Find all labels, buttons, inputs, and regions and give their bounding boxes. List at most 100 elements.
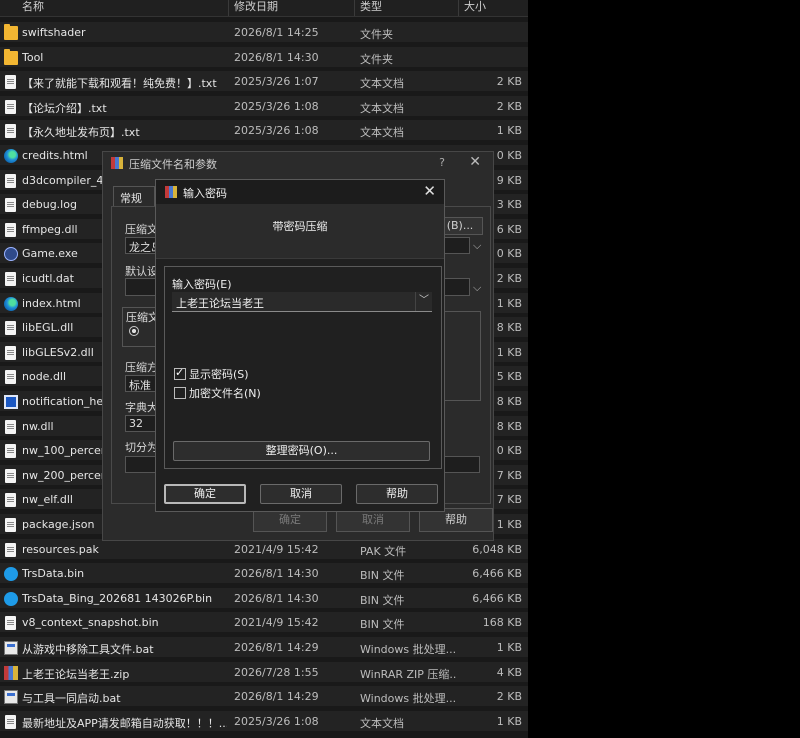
dict-select[interactable]: 32 (125, 415, 159, 432)
file-icon (5, 272, 16, 286)
header-text: 带密码压缩 (272, 220, 328, 233)
file-row[interactable]: 与工具一同启动.bat 2026/8/1 14:29 Windows 批处理... 2… (0, 686, 528, 709)
file-size: 1 KB (496, 296, 522, 310)
text-file-icon (5, 124, 16, 139)
file-type: Windows 批处理... (360, 692, 456, 706)
file-size: 8 KB (496, 395, 522, 408)
default-profile-label: 默认设 (125, 265, 158, 278)
column-header: 名称 修改日期 类型 大小 (0, 0, 528, 17)
file-row[interactable]: v8_context_snapshot.bin 2021/4/9 15:42 BIN… (0, 612, 528, 635)
close-icon[interactable]: ✕ (469, 154, 481, 170)
file-icon (5, 419, 16, 434)
file-name: Tool (22, 50, 44, 64)
file-size: 9 KB (496, 173, 522, 187)
chevron-down-icon[interactable]: ⌵ (473, 239, 481, 253)
file-name: 与工具一同启动.bat (22, 692, 121, 706)
tab-label: 常规 (120, 192, 142, 205)
show-password-checkbox[interactable] (174, 366, 186, 380)
file-row[interactable]: 【永久地址发布页】.txt 2025/3/26 1:08 文本文档 1 KB (0, 120, 528, 143)
method-select[interactable]: 标准 (125, 375, 159, 392)
file-name: 【论坛介绍】.txt (22, 101, 107, 115)
password-value: 上老王论坛当老王 (176, 297, 264, 310)
winrar-icon (165, 186, 177, 198)
file-name: swiftshader (22, 26, 86, 39)
show-password-label[interactable]: 显示密码(S) (189, 366, 249, 382)
file-size: 2 KB (496, 75, 522, 89)
file-type: BIN 文件 (360, 618, 405, 632)
file-row[interactable]: Tool 2026/8/1 14:30 文件夹 (0, 46, 528, 69)
split-field[interactable] (125, 456, 159, 473)
file-type: 文本文档 (360, 716, 404, 730)
file-size: 2 KB (496, 99, 522, 113)
app-icon (4, 395, 18, 409)
help-button[interactable]: 帮助 (356, 484, 438, 504)
file-size: 0 KB (496, 247, 522, 261)
file-icon (5, 468, 16, 483)
file-type: 文件夹 (360, 52, 393, 66)
method-label: 压缩方 (125, 361, 158, 374)
file-type: Windows 批处理... (360, 643, 456, 656)
file-size: 168 KB (482, 616, 522, 630)
file-icon (5, 173, 16, 188)
split-label: 切分为 (125, 441, 158, 454)
chevron-down-icon[interactable]: ﹀ (415, 292, 432, 311)
encrypt-names-checkbox[interactable] (174, 387, 186, 399)
ok-button[interactable]: 确定 (164, 484, 246, 504)
trs-icon (4, 591, 18, 606)
folder-icon (4, 24, 18, 40)
file-icon (5, 518, 16, 532)
file-size: 0 KB (496, 444, 522, 458)
file-name: TrsData_Bing_202681 143026P.bin (22, 591, 213, 605)
file-row[interactable]: 最新地址及APP请发邮箱自动获取！！！.... 2025/3/26 1:08 文本文… (0, 710, 528, 733)
dict-label: 字典大 (125, 401, 158, 414)
file-date: 2026/8/1 14:30 (234, 567, 319, 581)
cancel-button[interactable]: 取消 (260, 484, 342, 504)
trs-icon (4, 567, 18, 582)
file-size: 6,466 KB (472, 567, 522, 581)
file-size: 1 KB (496, 345, 522, 359)
file-date: 2026/8/1 14:29 (234, 641, 319, 654)
file-name: TrsData.bin (22, 567, 85, 581)
column-name[interactable]: 名称 (22, 0, 44, 14)
dict-value: 32 (129, 417, 143, 430)
password-input[interactable]: 上老王论坛当老王 ﹀ (172, 292, 432, 312)
tab-general[interactable]: 常规 (113, 186, 155, 207)
file-row[interactable]: 从游戏中移除工具文件.bat 2026/8/1 14:29 Windows 批处理.… (0, 637, 528, 659)
file-date: 2025/3/26 1:08 (234, 714, 319, 728)
file-row[interactable]: resources.pak 2021/4/9 15:42 PAK 文件 6,048 K… (0, 538, 528, 561)
file-icon (5, 444, 16, 459)
encrypt-names-label[interactable]: 加密文件名(N) (189, 385, 261, 401)
column-size[interactable]: 大小 (464, 0, 486, 14)
file-size: 5 KB (496, 370, 522, 384)
method-value: 标准 (129, 379, 151, 392)
column-date[interactable]: 修改日期 (234, 0, 278, 14)
close-icon[interactable]: ✕ (423, 182, 436, 200)
file-icon (5, 321, 16, 336)
file-date: 2025/3/26 1:08 (234, 99, 319, 113)
format-radio[interactable] (129, 326, 139, 336)
column-type[interactable]: 类型 (360, 0, 382, 14)
file-row[interactable]: 上老王论坛当老王.zip 2026/7/28 1:55 WinRAR ZIP 压缩.… (0, 661, 528, 684)
chevron-down-icon[interactable]: ⌵ (473, 281, 481, 295)
file-row[interactable]: 【论坛介绍】.txt 2025/3/26 1:08 文本文档 2 KB (0, 95, 528, 118)
archive-name-label: 压缩文 (125, 223, 158, 236)
help-icon[interactable]: ? (439, 156, 445, 169)
organize-passwords-button[interactable]: 整理密码(O)... (173, 441, 430, 461)
file-icon (5, 345, 16, 360)
file-type: 文件夹 (360, 28, 393, 41)
file-name: 上老王论坛当老王.zip (22, 667, 130, 681)
file-row[interactable]: TrsData_Bing_202681 143026P.bin 2026/8/1 … (0, 587, 528, 610)
file-icon (5, 493, 16, 508)
file-name: 【永久地址发布页】.txt (22, 126, 140, 140)
file-date: 2026/8/1 14:30 (234, 50, 319, 64)
batch-icon (4, 641, 18, 655)
file-row[interactable]: swiftshader 2026/8/1 14:25 文件夹 (0, 22, 528, 44)
file-row[interactable]: 【来了就能下载和观看！纯免费！】.txt 2025/3/26 1:07 文本文档 2 … (0, 71, 528, 94)
file-size: 6,048 KB (472, 542, 522, 556)
file-row[interactable]: TrsData.bin 2026/8/1 14:30 BIN 文件 6,466 KB (0, 563, 528, 586)
dialog-titlebar: 输入密码 ✕ (156, 180, 444, 204)
file-name: resources.pak (22, 542, 99, 556)
file-type: 文本文档 (360, 101, 404, 115)
file-size: 1 KB (496, 518, 522, 531)
file-type: 文本文档 (360, 126, 404, 140)
